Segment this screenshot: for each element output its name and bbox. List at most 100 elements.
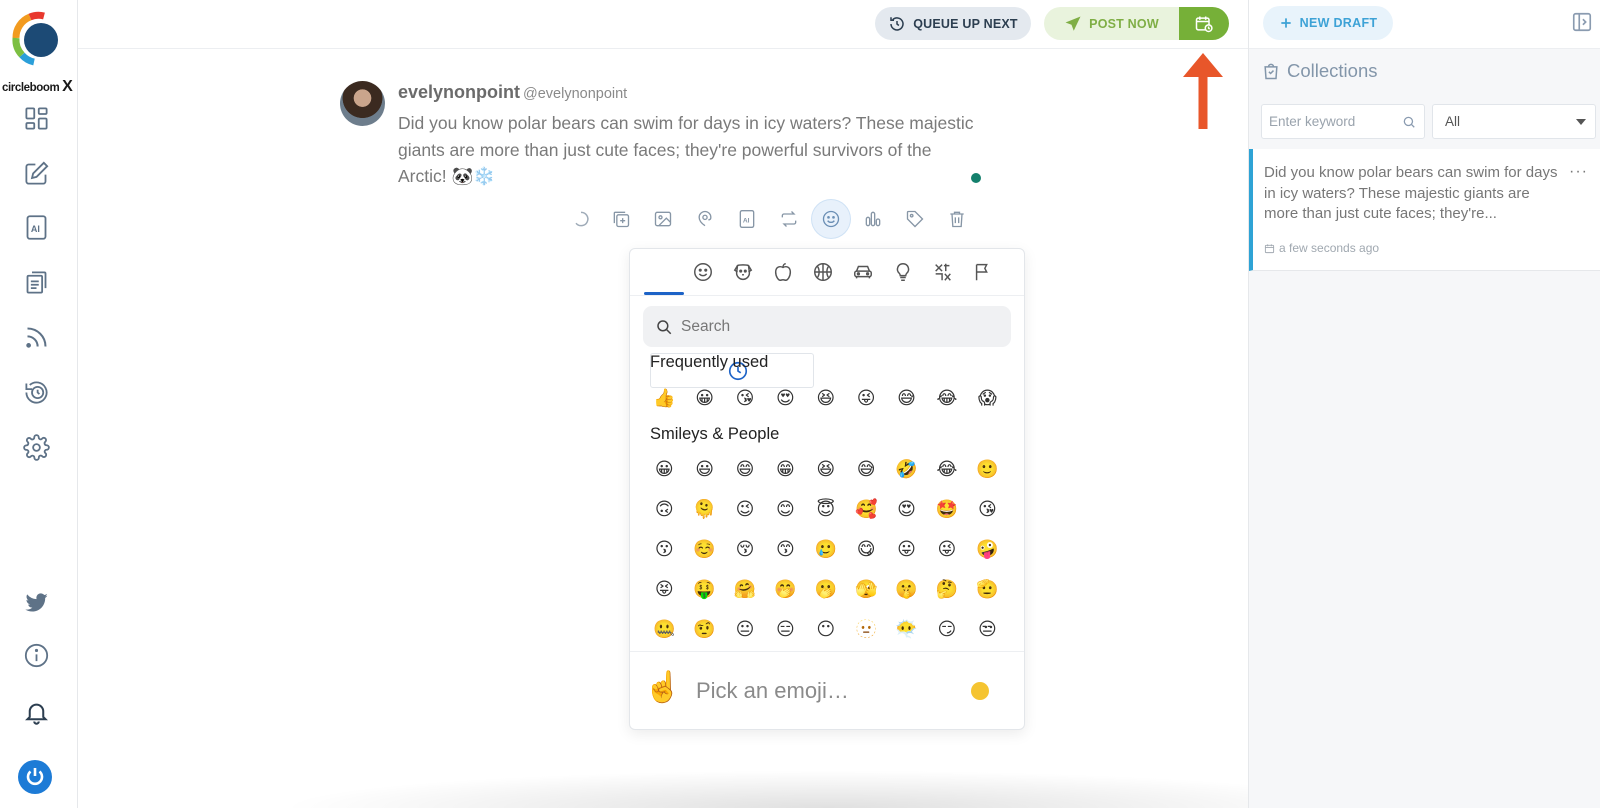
sidebar-item-articles[interactable] — [19, 265, 53, 299]
emoji-option[interactable]: 😂 — [927, 449, 967, 489]
emoji-option[interactable]: 😉 — [725, 489, 765, 529]
keyword-input[interactable] — [1269, 114, 1399, 129]
delete-button[interactable] — [938, 200, 976, 238]
emoji-option[interactable]: 😗 — [644, 529, 684, 569]
keyword-search[interactable] — [1261, 104, 1425, 139]
sidebar-item-twitter[interactable] — [19, 585, 53, 619]
emoji-search[interactable] — [643, 306, 1011, 347]
emoji-option[interactable]: 😝 — [644, 569, 684, 609]
frequently-used-heading: Frequently used — [650, 353, 769, 371]
emoji-option[interactable]: 🫡 — [967, 569, 1007, 609]
tab-food[interactable] — [770, 259, 796, 285]
emoji-option[interactable]: 🤐 — [644, 609, 684, 649]
emoji-option[interactable]: 😍 — [886, 489, 926, 529]
emoji-option[interactable]: 😛 — [886, 529, 926, 569]
repost-button[interactable] — [770, 200, 808, 238]
emoji-option[interactable]: 🤣 — [886, 449, 926, 489]
emoji-option[interactable]: 😙 — [765, 529, 805, 569]
emoji-option[interactable]: 🫣 — [846, 569, 886, 609]
panel-toggle-icon[interactable] — [1571, 11, 1593, 33]
tab-activity[interactable] — [810, 259, 836, 285]
tab-animals[interactable] — [730, 259, 756, 285]
emoji-option[interactable]: 😘 — [725, 378, 765, 418]
poll-button[interactable] — [854, 200, 892, 238]
emoji-option[interactable]: 😑 — [765, 609, 805, 649]
add-image-button[interactable] — [644, 200, 682, 238]
emoji-option[interactable]: 👍 — [644, 378, 684, 418]
sidebar-item-ai[interactable]: AI — [19, 210, 53, 244]
emoji-option[interactable]: 😍 — [765, 378, 805, 418]
emoji-option[interactable]: 😇 — [806, 489, 846, 529]
ai-write-button[interactable]: AI — [728, 200, 766, 238]
more-options-icon[interactable]: ··· — [1569, 163, 1588, 181]
emoji-option[interactable]: 😶‍🌫️ — [886, 609, 926, 649]
tag-button[interactable] — [896, 200, 934, 238]
emoji-option[interactable]: 😄 — [725, 449, 765, 489]
add-gif-button[interactable] — [686, 200, 724, 238]
emoji-option[interactable]: 🤪 — [967, 529, 1007, 569]
sidebar-item-notifications[interactable] — [19, 695, 53, 729]
collection-filter-select[interactable]: All — [1432, 104, 1596, 139]
emoji-search-input[interactable] — [681, 317, 981, 336]
emoji-option[interactable]: 🤩 — [927, 489, 967, 529]
emoji-option[interactable]: 😱 — [967, 378, 1007, 418]
power-button[interactable] — [18, 760, 52, 794]
sidebar-item-compose[interactable] — [19, 156, 53, 190]
emoji-option[interactable]: 🤨 — [684, 609, 724, 649]
post-now-button[interactable]: POST NOW — [1044, 7, 1179, 40]
emoji-option[interactable]: 😂 — [927, 378, 967, 418]
skin-tone-selector[interactable] — [971, 682, 989, 700]
emoji-option[interactable]: 😋 — [846, 529, 886, 569]
post-text-editor[interactable]: Did you know polar bears can swim for da… — [398, 110, 983, 190]
draft-card[interactable]: Did you know polar bears can swim for da… — [1249, 149, 1600, 271]
emoji-option[interactable]: 😀 — [644, 449, 684, 489]
emoji-option[interactable]: 😆 — [806, 378, 846, 418]
emoji-button[interactable] — [812, 200, 850, 238]
sidebar-item-settings[interactable] — [19, 430, 53, 464]
emoji-option[interactable]: 😏 — [927, 609, 967, 649]
emoji-option[interactable]: 😀 — [684, 378, 724, 418]
emoji-option[interactable]: 😅 — [886, 378, 926, 418]
emoji-option[interactable]: 🫢 — [806, 569, 846, 609]
emoji-option[interactable]: 🤗 — [725, 569, 765, 609]
tab-travel[interactable] — [850, 259, 876, 285]
emoji-option[interactable]: 😊 — [765, 489, 805, 529]
schedule-button[interactable] — [1179, 7, 1229, 40]
add-thread-button[interactable] — [602, 200, 640, 238]
emoji-option[interactable]: 😁 — [765, 449, 805, 489]
new-draft-button[interactable]: NEW DRAFT — [1263, 6, 1393, 40]
tab-flags[interactable] — [970, 259, 996, 285]
emoji-option[interactable]: 😒 — [967, 609, 1007, 649]
emoji-option[interactable]: 😅 — [846, 449, 886, 489]
tab-smileys[interactable] — [690, 259, 716, 285]
emoji-option[interactable]: 🥲 — [806, 529, 846, 569]
sidebar-item-rss[interactable] — [19, 320, 53, 354]
emoji-option[interactable]: 🤔 — [927, 569, 967, 609]
sidebar-item-history[interactable] — [19, 375, 53, 409]
emoji-option[interactable]: 🫥 — [846, 609, 886, 649]
emoji-option[interactable]: 😜 — [846, 378, 886, 418]
emoji-option[interactable]: 🙂 — [967, 449, 1007, 489]
emoji-option[interactable]: 😶 — [806, 609, 846, 649]
tab-symbols[interactable] — [930, 259, 956, 285]
emoji-option[interactable]: 🙃 — [644, 489, 684, 529]
emoji-option[interactable]: 🥰 — [846, 489, 886, 529]
emoji-option[interactable]: 🫠 — [684, 489, 724, 529]
sidebar-item-info[interactable] — [19, 638, 53, 672]
search-icon[interactable] — [1402, 115, 1416, 129]
tab-objects[interactable] — [890, 259, 916, 285]
emoji-option[interactable]: ☺️ — [684, 529, 724, 569]
emoji-option[interactable]: 🤭 — [765, 569, 805, 609]
emoji-option[interactable]: 😚 — [725, 529, 765, 569]
emoji-option[interactable]: 😃 — [684, 449, 724, 489]
emoji-option[interactable]: 😐 — [725, 609, 765, 649]
logo[interactable]: circleboom X — [0, 10, 78, 95]
emoji-option[interactable]: 😆 — [806, 449, 846, 489]
emoji-option[interactable]: 🤑 — [684, 569, 724, 609]
composer-area: QUEUE UP NEXT POST NOW evelynonpoint @ev… — [78, 0, 1378, 808]
queue-up-next-button[interactable]: QUEUE UP NEXT — [875, 7, 1031, 40]
emoji-option[interactable]: 🤫 — [886, 569, 926, 609]
emoji-option[interactable]: 😜 — [927, 529, 967, 569]
emoji-option[interactable]: 😘 — [967, 489, 1007, 529]
sidebar-item-dashboard[interactable] — [19, 101, 53, 135]
